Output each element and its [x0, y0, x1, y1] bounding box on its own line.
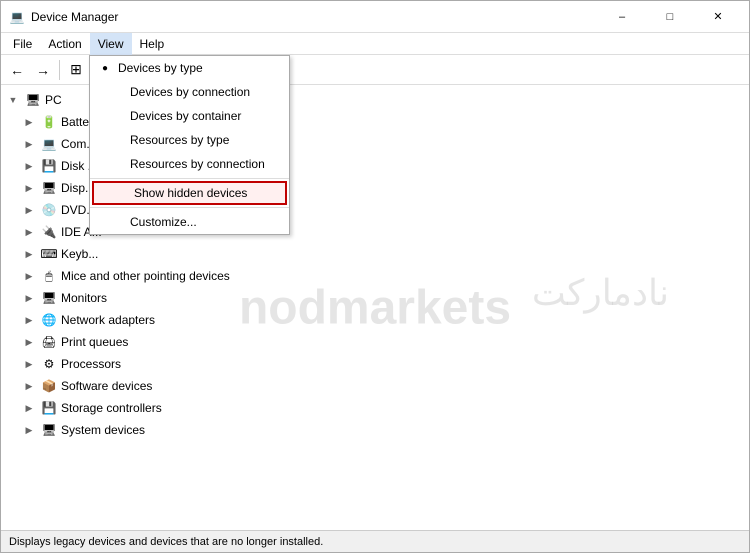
expand-icon: ▶ — [21, 224, 37, 240]
dvd-icon: 💿 — [41, 202, 57, 218]
menu-help[interactable]: Help — [132, 33, 173, 55]
bullet-placeholder — [114, 111, 126, 122]
display-icon: 🖥 — [41, 180, 57, 196]
dropdown-item-devices-by-container[interactable]: Devices by container — [90, 104, 289, 128]
toolbar-back-btn[interactable]: ← — [5, 58, 29, 82]
bullet-placeholder — [118, 188, 130, 199]
expand-icon: ▶ — [21, 290, 37, 306]
software-icon: 📦 — [41, 378, 57, 394]
expand-icon: ▶ — [21, 268, 37, 284]
status-bar: Displays legacy devices and devices that… — [1, 530, 749, 552]
item-label: Processors — [61, 357, 121, 371]
expand-icon: ▼ — [5, 92, 21, 108]
menu-file[interactable]: File — [5, 33, 40, 55]
tree-item-print-queues[interactable]: ▶ 🖨 Print queues — [1, 331, 749, 353]
computer-icon: 💻 — [41, 136, 57, 152]
expand-icon: ▶ — [21, 136, 37, 152]
menu-separator-2 — [90, 207, 289, 208]
expand-icon: ▶ — [21, 356, 37, 372]
menu-action[interactable]: Action — [40, 33, 89, 55]
expand-icon: ▶ — [21, 114, 37, 130]
expand-icon: ▶ — [21, 378, 37, 394]
menu-bar: File Action View Help ● Devices by type … — [1, 33, 749, 55]
battery-icon: 🔋 — [41, 114, 57, 130]
item-label: Mice and other pointing devices — [61, 269, 230, 283]
expand-icon: ▶ — [21, 158, 37, 174]
ide-icon: 🔌 — [41, 224, 57, 240]
status-text: Displays legacy devices and devices that… — [9, 536, 323, 548]
item-label: Software devices — [61, 379, 152, 393]
dropdown-item-resources-by-connection[interactable]: Resources by connection — [90, 152, 289, 176]
app-icon: 💻 — [9, 9, 25, 25]
device-manager-window: 💻 Device Manager – □ ✕ File Action View … — [0, 0, 750, 553]
system-icon: 🖥 — [41, 422, 57, 438]
tree-item-system-devices[interactable]: ▶ 🖥 System devices — [1, 419, 749, 441]
monitor-icon: 🖥 — [41, 290, 57, 306]
computer-icon: 🖥 — [25, 92, 41, 108]
tree-item-monitors[interactable]: ▶ 🖥 Monitors — [1, 287, 749, 309]
toolbar-grid-btn[interactable]: ⊞ — [64, 58, 88, 82]
processor-icon: ⚙ — [41, 356, 57, 372]
window-title: Device Manager — [31, 10, 599, 24]
tree-item-software-devices[interactable]: ▶ 📦 Software devices — [1, 375, 749, 397]
window-controls: – □ ✕ — [599, 3, 741, 31]
network-icon: 🌐 — [41, 312, 57, 328]
minimize-button[interactable]: – — [599, 3, 645, 31]
tree-item-mice[interactable]: ▶ 🖱 Mice and other pointing devices — [1, 265, 749, 287]
item-label: Monitors — [61, 291, 107, 305]
dropdown-item-devices-by-connection[interactable]: Devices by connection — [90, 80, 289, 104]
bullet-placeholder — [114, 135, 126, 146]
maximize-button[interactable]: □ — [647, 3, 693, 31]
close-button[interactable]: ✕ — [695, 3, 741, 31]
bullet-placeholder — [114, 87, 126, 98]
expand-icon: ▶ — [21, 422, 37, 438]
item-label: System devices — [61, 423, 145, 437]
item-label: Print queues — [61, 335, 128, 349]
item-label: Network adapters — [61, 313, 155, 327]
mouse-icon: 🖱 — [41, 268, 57, 284]
menu-view[interactable]: View — [90, 33, 132, 55]
storage-icon: 💾 — [41, 400, 57, 416]
disk-icon: 💾 — [41, 158, 57, 174]
dropdown-item-devices-by-type[interactable]: ● Devices by type — [90, 56, 289, 80]
expand-icon: ▶ — [21, 246, 37, 262]
expand-icon: ▶ — [21, 334, 37, 350]
toolbar-forward-btn[interactable]: → — [31, 58, 55, 82]
title-bar: 💻 Device Manager – □ ✕ — [1, 1, 749, 33]
expand-icon: ▶ — [21, 400, 37, 416]
toolbar-separator — [59, 60, 60, 80]
dropdown-item-customize[interactable]: Customize... — [90, 210, 289, 234]
tree-item-storage-controllers[interactable]: ▶ 💾 Storage controllers — [1, 397, 749, 419]
expand-icon: ▶ — [21, 312, 37, 328]
view-dropdown-menu: ● Devices by type Devices by connection … — [89, 55, 290, 235]
expand-icon: ▶ — [21, 202, 37, 218]
expand-icon: ▶ — [21, 180, 37, 196]
root-label: PC — [45, 93, 62, 107]
dropdown-item-show-hidden-devices[interactable]: Show hidden devices — [92, 181, 287, 205]
tree-item-processors[interactable]: ▶ ⚙ Processors — [1, 353, 749, 375]
printer-icon: 🖨 — [41, 334, 57, 350]
item-label: Keyb... — [61, 247, 98, 261]
menu-separator — [90, 178, 289, 179]
bullet-placeholder — [114, 217, 126, 228]
bullet-icon: ● — [102, 63, 114, 74]
tree-item-network[interactable]: ▶ 🌐 Network adapters — [1, 309, 749, 331]
dropdown-item-resources-by-type[interactable]: Resources by type — [90, 128, 289, 152]
bullet-placeholder — [114, 159, 126, 170]
item-label: Storage controllers — [61, 401, 162, 415]
keyboard-icon: ⌨ — [41, 246, 57, 262]
tree-item-keyboards[interactable]: ▶ ⌨ Keyb... — [1, 243, 749, 265]
